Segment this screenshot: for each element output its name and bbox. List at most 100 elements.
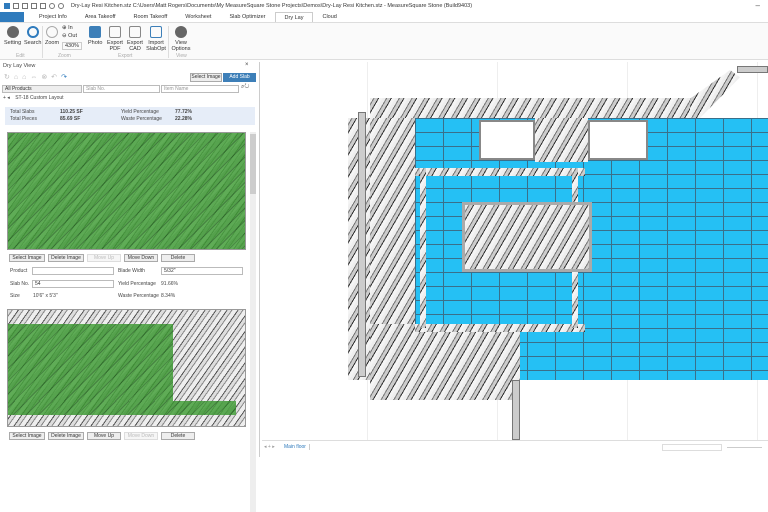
add-slab-button[interactable]: Add Slab: [223, 73, 256, 82]
app-icon: [4, 3, 10, 9]
zoom-slider[interactable]: [727, 447, 762, 448]
tab-project-info[interactable]: Project Info: [30, 12, 76, 22]
slab2-delete-button[interactable]: Delete: [161, 432, 195, 440]
pdf-icon: [109, 26, 121, 38]
slab2-move-down-button[interactable]: Move Down: [124, 432, 158, 440]
wall: [358, 112, 366, 377]
slab-image-2[interactable]: [7, 309, 246, 427]
dry-lay-view-panel: Dry Lay View × ↻⌂⌂⇔⊗↶↷ Select Image Add …: [0, 62, 260, 512]
zoom-icon: [46, 26, 59, 38]
product-label: Product: [10, 268, 28, 274]
countertop-piece: [535, 118, 588, 162]
drawing-canvas[interactable]: [262, 62, 768, 440]
tab-area-takeoff[interactable]: Area Takeoff: [76, 12, 125, 22]
panel-scrollbar[interactable]: [250, 132, 256, 512]
item-name-search[interactable]: Item Name: [161, 85, 239, 93]
search-button[interactable]: Search: [24, 26, 41, 46]
delete-button[interactable]: Delete: [161, 254, 195, 262]
product-filter-dropdown[interactable]: All Products: [2, 85, 82, 93]
slab-image-1[interactable]: [7, 132, 246, 250]
zoom-out-button[interactable]: ⊖ Out: [62, 33, 77, 39]
save-icon[interactable]: [31, 3, 37, 9]
cooktop-cutout: [588, 120, 648, 160]
import-icon: [150, 26, 162, 38]
slab-waste-label: Waste Percentage: [118, 293, 159, 299]
photo-label: Photo: [88, 40, 103, 46]
layout-tab-nav[interactable]: + ◂ ST-18 Custom Layout: [3, 95, 64, 101]
cloud-icon[interactable]: [58, 3, 64, 9]
zoom-button[interactable]: Zoom: [45, 26, 59, 46]
photo-icon: [89, 26, 102, 38]
product-select[interactable]: [32, 267, 114, 275]
slab2-delete-image-button[interactable]: Delete Image: [48, 432, 84, 440]
slab-no-field[interactable]: 54: [32, 280, 114, 288]
tab-dry-lay[interactable]: Dry Lay: [274, 12, 314, 22]
countertop-angle: [690, 70, 740, 118]
select-image-button[interactable]: Select Image: [190, 73, 222, 82]
waste-value: 22.28%: [175, 116, 192, 122]
slab2-select-image-button[interactable]: Select Image: [9, 432, 45, 440]
island: [462, 202, 592, 272]
export-pdf-label: Export PDF: [107, 40, 123, 52]
wall: [512, 380, 520, 440]
slab-waste-value: 8.34%: [161, 293, 176, 299]
move-up-button[interactable]: Move Up: [87, 254, 121, 262]
slab-delete-image-button[interactable]: Delete Image: [48, 254, 84, 262]
layout-tab[interactable]: ST-18 Custom Layout: [15, 95, 63, 101]
search-label: Search: [24, 40, 42, 46]
slab-no-search[interactable]: Slab No.: [83, 85, 160, 93]
slab2-move-up-button[interactable]: Move Up: [87, 432, 121, 440]
tab-slab-optimizer[interactable]: Slab Optimizer: [220, 12, 274, 22]
group-edit: Edit: [16, 53, 25, 59]
minimize-icon[interactable]: –: [756, 1, 760, 10]
close-icon[interactable]: ×: [245, 62, 249, 68]
horizontal-scrollbar[interactable]: [662, 444, 722, 451]
total-slabs-value: 110.25 SF: [60, 109, 83, 115]
placed-pieces: [8, 133, 245, 249]
ribbon: Setting Search Zoom ⊕ In ⊖ Out 430% Phot…: [0, 22, 768, 60]
slab-yield-label: Yield Percentage: [118, 281, 156, 287]
search-icon: [26, 26, 39, 38]
import-slabopt-button[interactable]: Import SlabOpt: [145, 26, 167, 52]
setting-button[interactable]: Setting: [4, 26, 21, 46]
status-bar: ◂ + ▸ Main floor: [262, 440, 768, 457]
help-icon[interactable]: [49, 3, 55, 9]
view-options-label: View Options: [171, 40, 191, 52]
gear-icon: [175, 26, 187, 38]
zoom-level-field[interactable]: 430%: [62, 42, 83, 50]
title-bar: Dry-Lay Resi Kitchen.stz C:\Users\Matt R…: [0, 0, 768, 12]
yield-label: Yield Percentage: [121, 109, 159, 115]
nav-arrows[interactable]: ◂ + ▸: [264, 444, 275, 450]
slab-yield-value: 91.66%: [161, 281, 178, 287]
file-tab[interactable]: [0, 12, 24, 22]
trim-strip: [415, 168, 585, 176]
import-slabopt-label: Import SlabOpt: [146, 40, 166, 52]
tab-cloud[interactable]: Cloud: [313, 12, 345, 22]
slab-select-image-button[interactable]: Select Image: [9, 254, 45, 262]
zoom-label: Zoom: [45, 40, 60, 46]
new-icon[interactable]: [13, 3, 19, 9]
trim-strip: [415, 324, 585, 332]
gear-icon: [6, 26, 19, 38]
size-label: Size: [10, 293, 20, 299]
tab-worksheet[interactable]: Worksheet: [176, 12, 220, 22]
blade-width-field[interactable]: 5/32": [161, 267, 243, 275]
trim-strip: [420, 168, 426, 328]
move-down-button[interactable]: Move Down: [124, 254, 158, 262]
placed-pieces: [8, 401, 236, 415]
export-pdf-button[interactable]: Export PDF: [106, 26, 124, 52]
toolbar-icons[interactable]: ↻⌂⌂⇔⊗↶↷: [4, 73, 71, 81]
countertop-back: [370, 98, 690, 118]
zoom-in-button[interactable]: ⊕ In: [62, 25, 73, 31]
photo-button[interactable]: Photo: [88, 26, 102, 46]
settings-icon[interactable]: [40, 3, 46, 9]
summary-box: Total Slabs 110.25 SF Total Pieces 85.69…: [5, 107, 255, 125]
view-options-button[interactable]: View Options: [170, 26, 192, 52]
yield-value: 77.72%: [175, 109, 192, 115]
open-icon[interactable]: [22, 3, 28, 9]
export-cad-button[interactable]: Export CAD: [126, 26, 144, 52]
floor-tab-main[interactable]: Main floor: [284, 444, 310, 450]
search-icon[interactable]: ⌕↻: [241, 84, 249, 91]
tab-room-takeoff[interactable]: Room Takeoff: [125, 12, 177, 22]
export-cad-label: Export CAD: [127, 40, 143, 52]
